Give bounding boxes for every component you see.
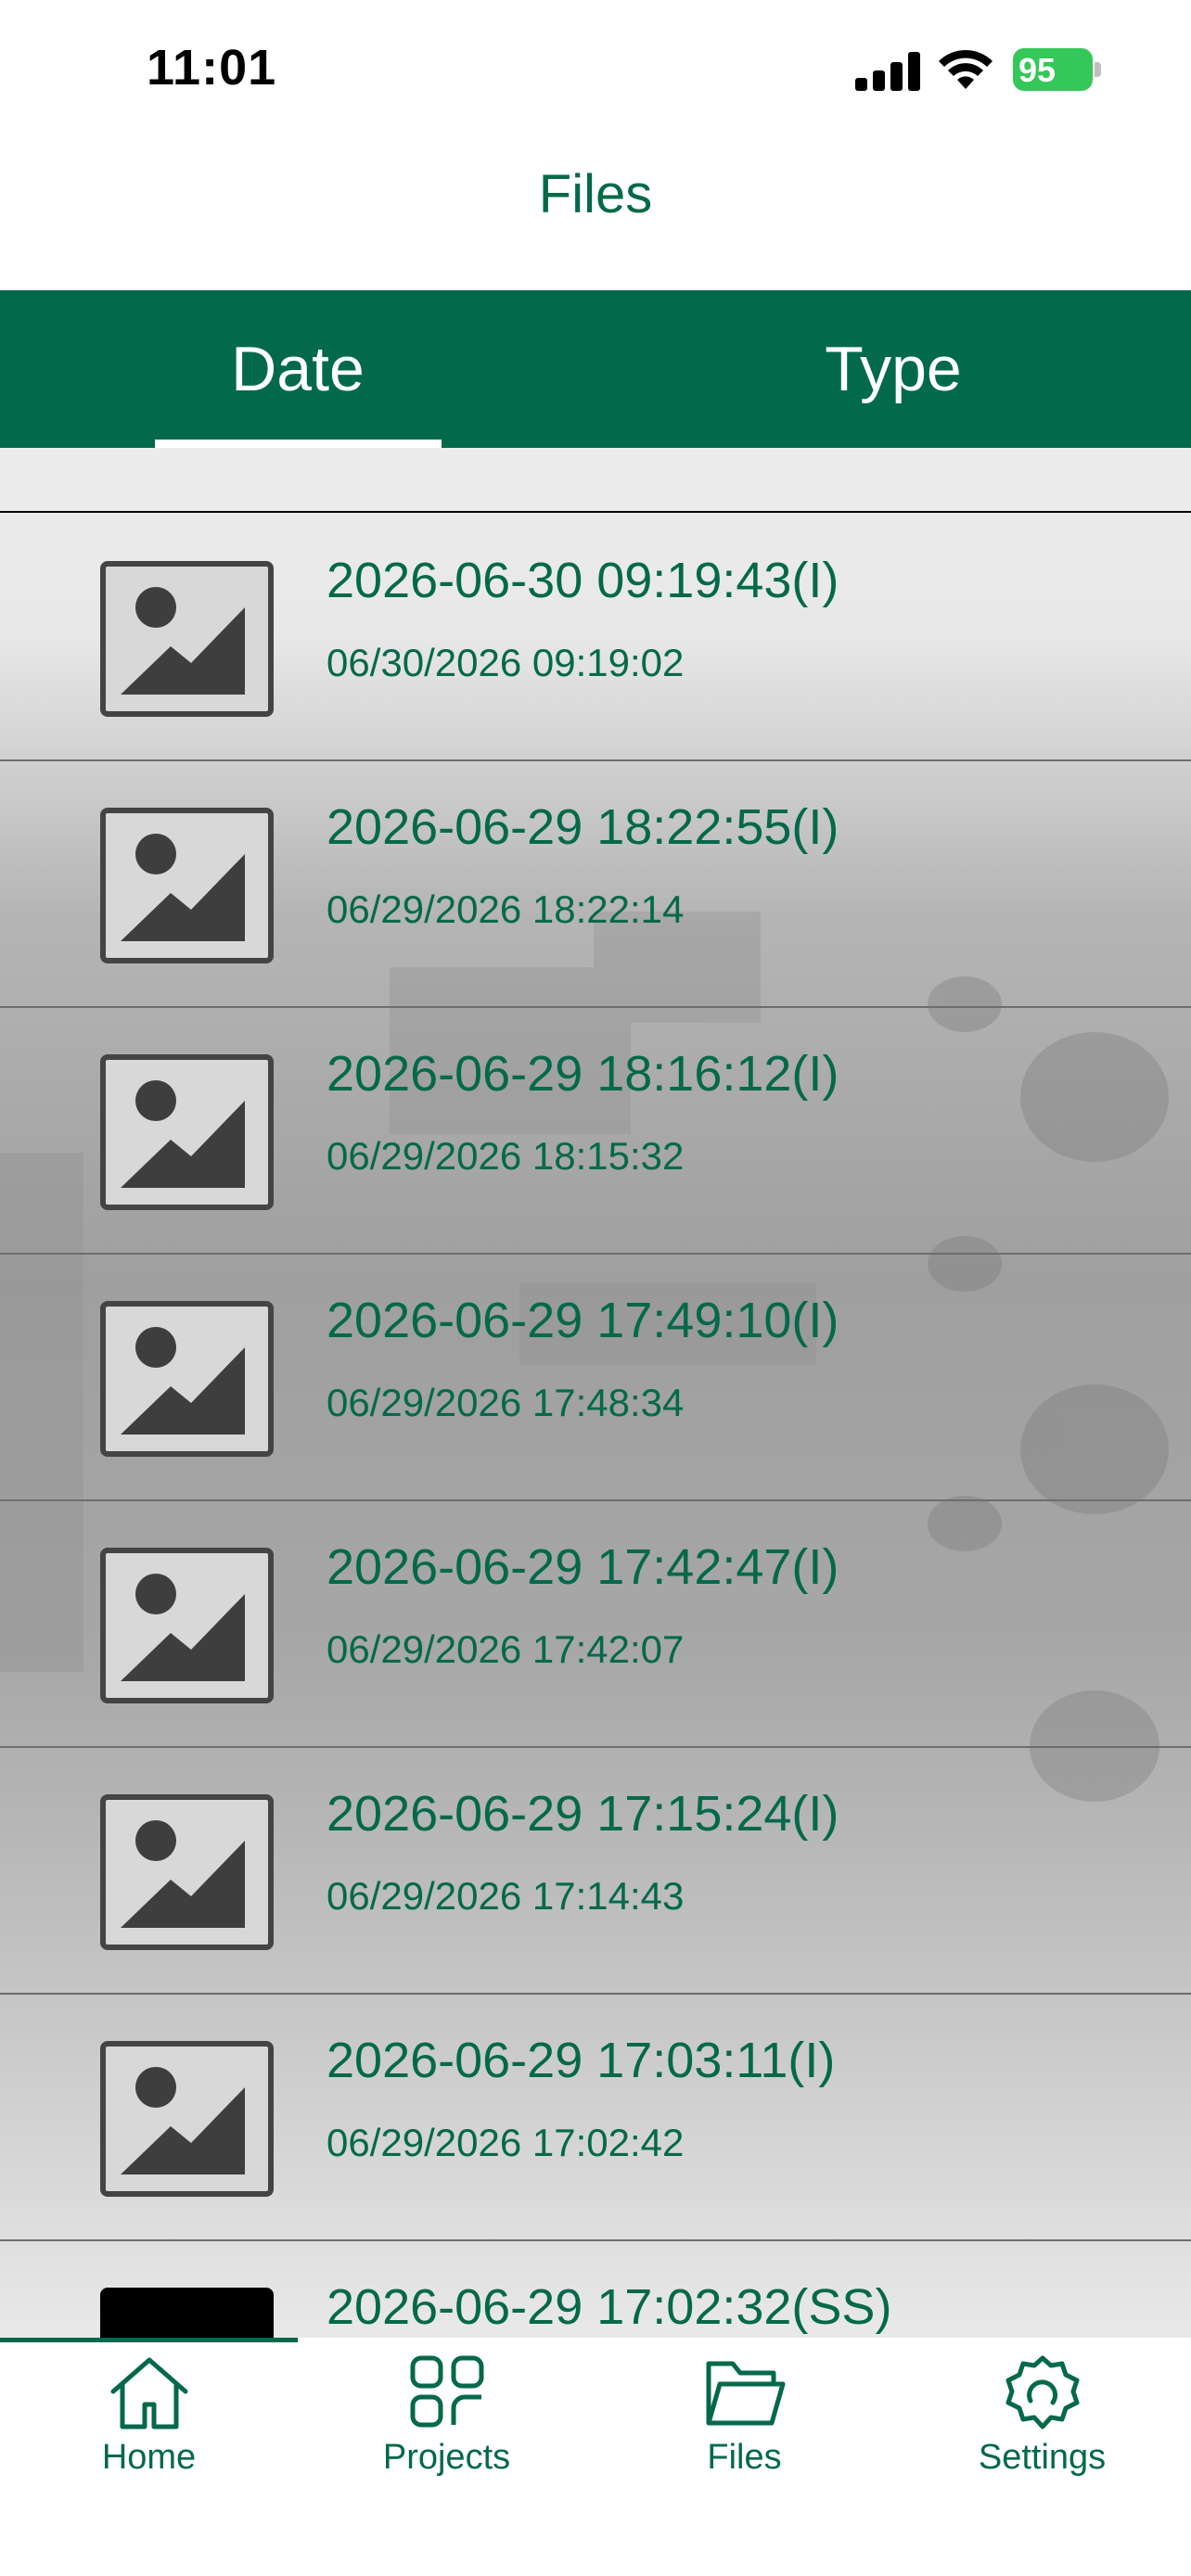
file-date: 06/29/2026 18:22:14 [327,887,685,931]
file-list[interactable]: 2026-06-30 09:19:43(I) 06/30/2026 09:19:… [0,448,1191,2338]
image-placeholder-icon [100,808,274,963]
file-title: 2026-06-29 17:42:47(I) [327,1539,839,1595]
list-item[interactable]: 2026-06-29 17:03:11(I) 06/29/2026 17:02:… [0,1995,1191,2241]
status-bar: 11:01 95 [0,0,1191,139]
nav-settings[interactable]: Settings [893,2354,1191,2512]
file-date: 06/29/2026 17:42:07 [327,1627,685,1671]
screenshot-thumbnail [100,2288,274,2338]
tab-date[interactable]: Date [0,290,596,448]
cellular-signal-icon [855,52,920,91]
folder-icon [706,2361,785,2426]
battery-icon: 95 [1013,48,1102,91]
file-title: 2026-06-29 18:22:55(I) [327,799,839,855]
wifi-icon [939,49,992,89]
header: Files [0,139,1191,290]
image-placeholder-icon [100,1301,274,1457]
status-time: 11:01 [147,40,277,96]
gear-icon [1005,2355,1079,2429]
image-placeholder-icon [100,561,274,717]
file-title: 2026-06-29 17:15:24(I) [327,1786,839,1842]
file-date: 06/29/2026 18:15:32 [327,1134,685,1178]
list-item[interactable]: 2026-06-29 17:02:32(SS) [0,2241,1191,2338]
active-tab-indicator [155,440,442,448]
nav-settings-label: Settings [978,2438,1107,2477]
image-placeholder-icon [100,2041,274,2197]
file-date: 06/30/2026 09:19:02 [327,641,685,684]
list-item[interactable]: 2026-06-29 17:42:47(I) 06/29/2026 17:42:… [0,1501,1191,1748]
battery-percent: 95 [1018,51,1057,89]
tab-type[interactable]: Type [596,290,1191,448]
image-placeholder-icon [100,1054,274,1210]
file-title: 2026-06-29 17:49:10(I) [327,1293,839,1348]
image-placeholder-icon [100,1794,274,1950]
nav-home-label: Home [101,2438,197,2477]
file-date: 06/29/2026 17:02:42 [327,2121,685,2164]
nav-files-label: Files [707,2438,782,2477]
list-item[interactable]: 2026-06-29 18:16:12(I) 06/29/2026 18:15:… [0,1008,1191,1255]
nav-home[interactable]: Home [0,2354,298,2512]
nav-files[interactable]: Files [596,2354,893,2512]
list-top-spacer [0,448,1191,513]
list-item[interactable]: 2026-06-29 17:49:10(I) 06/29/2026 17:48:… [0,1255,1191,1501]
list-item[interactable]: 2026-06-29 18:22:55(I) 06/29/2026 18:22:… [0,761,1191,1008]
page-title: Files [538,164,653,224]
file-date: 06/29/2026 17:48:34 [327,1381,685,1424]
file-title: 2026-06-29 17:02:32(SS) [327,2279,892,2335]
home-icon [110,2357,187,2429]
file-title: 2026-06-30 09:19:43(I) [327,553,839,608]
nav-projects-label: Projects [382,2438,511,2477]
image-placeholder-icon [100,1548,274,1703]
file-date: 06/29/2026 17:14:43 [327,1874,685,1918]
bottom-nav: Home Projects Files Settings [0,2338,1191,2576]
nav-active-indicator [0,2338,298,2342]
list-item[interactable]: 2026-06-29 17:15:24(I) 06/29/2026 17:14:… [0,1748,1191,1995]
list-item[interactable]: 2026-06-30 09:19:43(I) 06/30/2026 09:19:… [0,515,1191,761]
nav-projects[interactable]: Projects [298,2354,596,2512]
file-title: 2026-06-29 17:03:11(I) [327,2033,836,2088]
grid-icon [410,2355,483,2428]
file-title: 2026-06-29 18:16:12(I) [327,1046,839,1102]
tab-bar: Date Type [0,290,1191,448]
